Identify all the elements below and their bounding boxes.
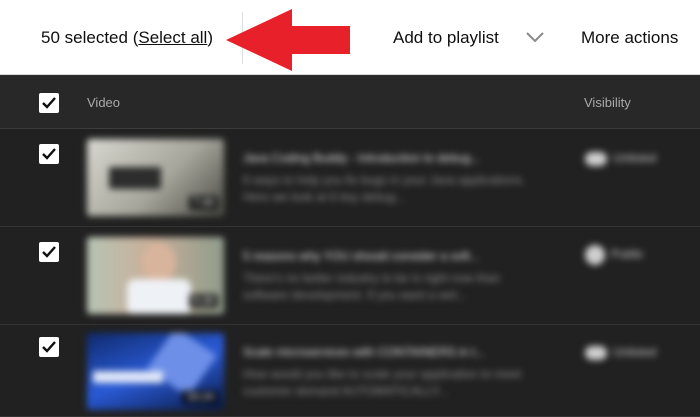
video-thumbnail[interactable]: 5:28 xyxy=(87,237,224,314)
select-all-checkbox[interactable] xyxy=(39,93,59,113)
visibility-label: Unlisted xyxy=(613,151,657,165)
video-title[interactable]: Scale microservices with CONTAINERS in t… xyxy=(243,345,485,359)
row-checkbox[interactable] xyxy=(39,144,59,164)
visibility-status: Public xyxy=(585,245,644,265)
video-duration: 16:24 xyxy=(182,390,218,404)
chevron-down-icon[interactable] xyxy=(525,30,545,44)
video-description: 6 ways to help you fix bugs in your Java… xyxy=(243,173,526,204)
row-checkbox[interactable] xyxy=(39,337,59,357)
visibility-status: Unlisted xyxy=(585,345,656,360)
unlisted-icon xyxy=(585,345,607,360)
video-thumbnail[interactable]: 16:24 xyxy=(87,333,224,410)
selected-count: 50 selected xyxy=(41,28,128,47)
close-paren: ) xyxy=(207,28,214,47)
add-to-playlist-button[interactable]: Add to playlist xyxy=(393,28,499,48)
table-row[interactable]: 7:49 Java Coding Buddy - Introduction to… xyxy=(0,129,700,227)
video-title[interactable]: 5 reasons why YOU should consider a soft… xyxy=(243,249,480,263)
row-checkbox[interactable] xyxy=(39,242,59,262)
check-icon xyxy=(42,148,56,160)
table-header: Video Visibility xyxy=(0,75,700,129)
visibility-label: Unlisted xyxy=(613,345,657,359)
red-arrow-annotation xyxy=(226,9,350,71)
table-row[interactable]: 16:24 Scale microservices with CONTAINER… xyxy=(0,325,700,417)
visibility-label: Public xyxy=(611,247,644,262)
unlisted-icon xyxy=(585,151,607,166)
video-duration: 5:28 xyxy=(188,294,218,308)
table-row[interactable]: 5:28 5 reasons why YOU should consider a… xyxy=(0,227,700,325)
column-header-visibility: Visibility xyxy=(584,95,631,110)
select-all-link[interactable]: Select all xyxy=(138,28,207,47)
video-description: There's no better industry to be in righ… xyxy=(243,271,501,302)
more-actions-button[interactable]: More actions xyxy=(581,28,678,48)
selection-summary: 50 selected (Select all) xyxy=(41,28,213,48)
check-icon xyxy=(42,246,56,258)
check-icon xyxy=(42,97,56,109)
video-thumbnail[interactable]: 7:49 xyxy=(87,139,224,216)
video-duration: 7:49 xyxy=(188,196,218,210)
video-description: How would you like to scale your applica… xyxy=(243,367,522,398)
selection-toolbar: 50 selected (Select all) Add to playlist… xyxy=(0,0,700,75)
column-header-video: Video xyxy=(87,95,121,110)
globe-icon xyxy=(585,245,605,265)
visibility-status: Unlisted xyxy=(585,151,656,166)
check-icon xyxy=(42,341,56,353)
video-title[interactable]: Java Coding Buddy - Introduction to debu… xyxy=(243,151,481,165)
